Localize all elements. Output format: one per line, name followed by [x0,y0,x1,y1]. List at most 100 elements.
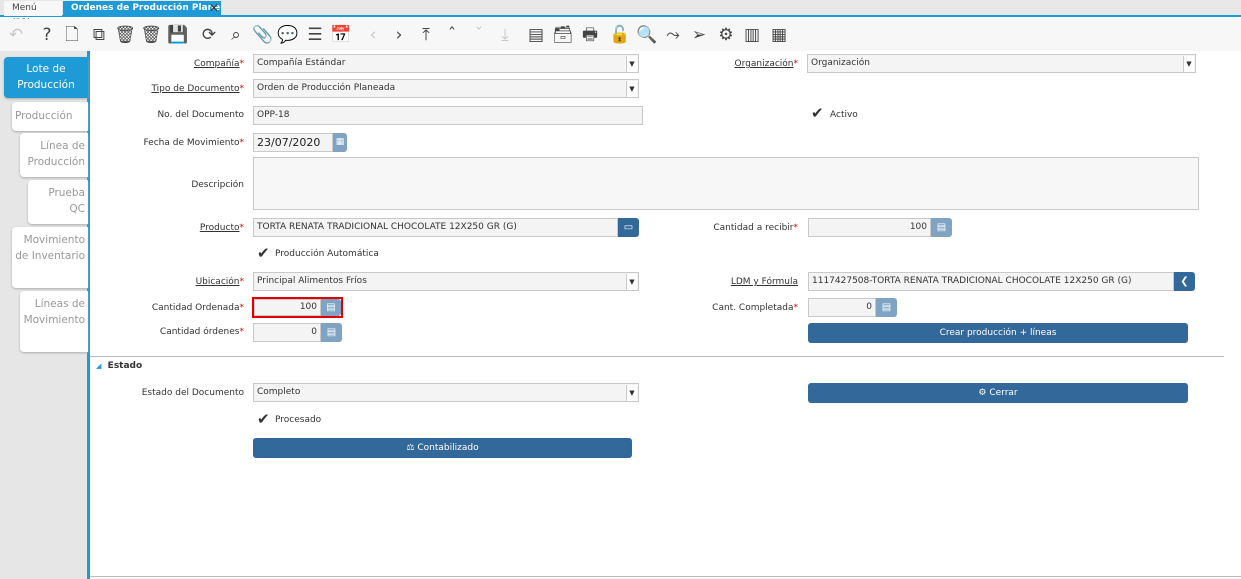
qty-orders-input[interactable]: 0 [253,323,321,342]
first-icon[interactable]: ⤒ [414,23,438,47]
posted-button[interactable]: ⚖ Contabilizado [253,438,632,458]
scale-icon: ⚖ [406,443,415,453]
active-label: Activo [830,110,858,120]
bom-search-icon[interactable]: ❮ [1174,272,1195,291]
side-tab-prueba-qc[interactable]: Prueba QC [28,180,88,224]
toolbar: ↶? 🗋 ⧉ 🗑 🗑 💾 ⟳ ⌕ 📎 💬 ☰ 📅 ‹ › ⤒ ˆ ˇ ⤓ ▤ 🗃 🖶 🔓 🔍 ⤳ ➢ ⚙ ▥ ▦ [0,19,1241,51]
side-tab-lote-produccion[interactable]: Lote de Producción [4,57,88,98]
side-tab-movimiento-inventario[interactable]: Movimiento de Inventario [12,227,88,288]
tab-label: Ordenes de Producción Plane... [71,3,221,13]
company-label: Compañía* [193,59,244,69]
print-icon[interactable]: 🖶 [578,23,602,47]
auto-production-checkbox[interactable]: ✔ [257,244,270,262]
qty-receive-input[interactable]: 100 [808,218,931,237]
detail-icon: ˇ [474,25,484,45]
new-icon[interactable]: 🗋 [60,23,84,47]
side-tab-lineas-movimiento[interactable]: Líneas de Movimiento [20,291,88,352]
qty-receive-label: Cantidad a recibir* [713,223,798,233]
calculator-icon[interactable]: ▤ [931,218,952,237]
undo-icon: ↶ [8,25,24,45]
help-icon[interactable]: ? [35,23,59,47]
active-checkbox[interactable]: ✔ [811,104,824,122]
qty-ordered-input[interactable]: 100 [254,299,321,316]
close-tab-icon[interactable]: ✕ [209,1,219,16]
estado-section-title: Estado [107,361,143,371]
zoom-across-icon[interactable]: 🔍 [635,23,659,47]
docno-label: No. del Documento [157,110,244,120]
side-tab-linea-produccion[interactable]: Línea de Producción [20,133,88,177]
delete-selection-icon[interactable]: 🗑 [139,23,163,47]
chevron-down-icon[interactable]: ▼ [626,56,637,72]
create-production-button[interactable]: Crear producción + líneas [808,323,1188,343]
next-icon[interactable]: › [387,23,411,47]
refresh-icon[interactable]: ⟳ [197,23,221,47]
doctype-label: Tipo de Documento* [151,84,244,94]
chevron-down-icon[interactable]: ▼ [626,385,637,401]
archive-icon[interactable]: 🗃 [551,23,575,47]
chat-icon: 💬 [277,25,299,45]
docstatus-label: Estado del Documento [141,388,244,398]
product-label: Producto* [199,223,244,233]
locator-select[interactable]: Principal Alimentos Fríos ▼ [253,272,639,291]
find-icon[interactable]: ⌕ [224,23,248,47]
lock-icon[interactable]: 🔓 [608,23,632,47]
parent-icon[interactable]: ˆ [440,23,464,47]
delete-icon[interactable]: 🗑 [113,23,137,47]
tab-production-orders[interactable]: Ordenes de Producción Plane... ✕ [63,1,221,16]
locator-label: Ubicación* [195,277,244,287]
gear-icon: ⚙ [978,388,987,398]
side-tab-produccion[interactable]: Producción [12,102,88,131]
report-icon[interactable]: ▤ [524,23,548,47]
tab-menu[interactable]: Menú (12) [4,1,62,28]
company-select[interactable]: Compañía Estándar ▼ [253,54,639,73]
save-icon: 💾 [167,25,189,45]
qty-orders-label: Cantidad órdenes* [159,327,244,337]
copy-icon[interactable]: ⧉ [87,23,111,47]
product-input[interactable]: TORTA RENATA TRADICIONAL CHOCOLATE 12X25… [253,218,618,237]
product-search-icon[interactable]: ▭ [618,218,639,237]
collapse-icon: ◢ [96,362,102,370]
side-tabs: Lote de Producción Producción Línea de P… [0,51,90,579]
document-icon[interactable]: ▦ [767,23,791,47]
date-input[interactable]: 23/07/2020 [253,133,333,152]
docstatus-value: Completo [257,387,301,397]
chevron-down-icon[interactable]: ▼ [1183,56,1194,72]
workflow-icon[interactable]: ⤳ [661,23,685,47]
org-select[interactable]: Organización ▼ [807,54,1196,73]
description-label: Descripción [191,180,244,190]
grid-toggle-icon[interactable]: ☰ [303,23,327,47]
bom-input[interactable]: 1117427508-TORTA RENATA TRADICIONAL CHOC… [808,272,1174,291]
bom-label: LDM y Fórmula [730,277,798,287]
calculator-icon[interactable]: ▤ [321,323,342,342]
auto-production-label: Producción Automática [275,249,379,259]
request-icon[interactable]: ➢ [687,23,711,47]
product-info-icon[interactable]: ▥ [740,23,764,47]
posted-button-label: Contabilizado [417,443,479,453]
bottom-divider [90,576,1241,577]
doctype-select[interactable]: Orden de Producción Planeada ▼ [253,79,639,98]
org-value: Organización [811,58,870,68]
calculator-icon[interactable]: ▤ [876,298,897,317]
qty-completed-input[interactable]: 0 [808,298,876,317]
calendar-icon[interactable]: ▦ [333,133,347,152]
estado-section-toggle[interactable]: ◢ Estado [96,361,142,371]
calculator-icon[interactable]: ▤ [321,299,341,316]
close-button-label: Cerrar [989,388,1018,398]
previous-icon: ‹ [369,25,377,45]
window-tab-bar: Menú (12) Ordenes de Producción Plane...… [0,0,1241,28]
qty-ordered-label: Cantidad Ordenada* [151,303,244,313]
attachment-icon: 📎 [252,25,274,45]
section-divider [90,356,1224,357]
docstatus-select[interactable]: Completo ▼ [253,383,639,402]
doctype-value: Orden de Producción Planeada [257,83,396,93]
docno-input[interactable]: OPP-18 [253,106,643,125]
chevron-down-icon[interactable]: ▼ [626,81,637,97]
close-document-button[interactable]: ⚙ Cerrar [808,383,1188,403]
calendar-icon: 📅 [330,25,352,45]
processed-checkbox[interactable]: ✔ [257,410,270,428]
processed-label: Procesado [275,415,322,425]
qty-completed-label: Cant. Completada* [712,303,798,313]
description-textarea[interactable] [253,157,1199,210]
chevron-down-icon[interactable]: ▼ [626,274,637,290]
process-icon[interactable]: ⚙ [714,23,738,47]
